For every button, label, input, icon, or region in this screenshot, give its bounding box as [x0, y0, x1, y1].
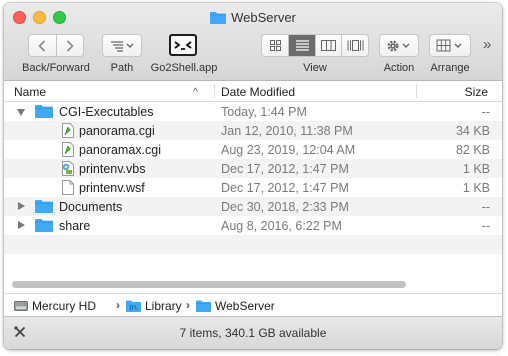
file-size: 1 KB: [462, 181, 490, 195]
table-row[interactable]: panoramax.cgi Aug 23, 2019, 12:04 AM 82 …: [4, 140, 502, 159]
file-size: 82 KB: [455, 143, 490, 157]
table-row[interactable]: share Aug 8, 2016, 6:22 PM --: [4, 216, 502, 235]
horizontal-scrollbar[interactable]: [12, 281, 406, 288]
chevron-right-icon: [66, 39, 74, 52]
file-list: CGI-Executables Today, 1:44 PM -- panora…: [4, 102, 502, 272]
file-name: CGI-Executables: [59, 105, 154, 119]
path-item-label: Mercury HD: [32, 299, 97, 313]
disclosure-open-icon[interactable]: [17, 109, 25, 116]
file-size: 1 KB: [462, 162, 490, 176]
empty-row: [4, 254, 502, 273]
folder-icon: [35, 200, 53, 213]
file-name: share: [59, 219, 91, 233]
hard-drive-icon: [14, 301, 28, 311]
file-size: 34 KB: [455, 124, 490, 138]
action-label: Action: [383, 62, 415, 74]
view-label: View: [303, 62, 327, 74]
file-name: Documents: [59, 200, 123, 214]
chevron-right-icon: ›: [116, 298, 120, 312]
view-icon-button[interactable]: [262, 35, 288, 56]
list-view-icon: [295, 40, 309, 51]
table-row[interactable]: Documents Dec 30, 2018, 2:33 PM --: [4, 197, 502, 216]
empty-row: [4, 235, 502, 254]
chevron-left-icon: [38, 39, 46, 52]
path-item-label: Library: [145, 299, 182, 313]
go2shell-label: Go2Shell.app: [150, 62, 218, 74]
sort-ascending-icon[interactable]: ^: [193, 87, 198, 98]
toolbar: WebServer Back/Forward Path Go2Shell.app…: [4, 3, 502, 81]
status-text: 7 items, 340.1 GB available: [179, 326, 327, 340]
script-file-icon: [62, 161, 74, 176]
column-size-header[interactable]: Size: [465, 85, 488, 99]
column-name-header[interactable]: Name: [14, 85, 46, 99]
forward-button[interactable]: [55, 35, 83, 56]
column-date-header[interactable]: Date Modified: [221, 85, 295, 99]
file-size: --: [481, 200, 490, 214]
view-control: [261, 34, 369, 57]
terminal-icon: [169, 34, 197, 56]
path-list-icon: [111, 40, 134, 52]
arrange-button[interactable]: [429, 34, 471, 57]
file-name: panoramax.cgi: [79, 143, 161, 157]
arrange-label: Arrange: [430, 62, 470, 74]
back-forward-control: [28, 34, 84, 57]
view-column-button[interactable]: [314, 35, 342, 56]
file-size: --: [481, 219, 490, 233]
date-modified: Dec 17, 2012, 1:47 PM: [221, 162, 349, 176]
chevron-right-icon: ›: [186, 298, 190, 312]
back-forward-label: Back/Forward: [22, 62, 90, 74]
toolbar-overflow-button[interactable]: »: [483, 36, 491, 53]
date-modified: Today, 1:44 PM: [221, 105, 307, 119]
file-size: --: [481, 105, 490, 119]
path-button[interactable]: [102, 34, 142, 57]
file-name: printenv.wsf: [79, 181, 145, 195]
back-button[interactable]: [29, 35, 56, 56]
column-header: Name ^ Date Modified Size: [4, 81, 502, 102]
path-item-webserver[interactable]: WebServer: [196, 299, 275, 313]
view-gallery-button[interactable]: [341, 35, 368, 56]
path-item-library[interactable]: Library: [126, 299, 182, 313]
view-list-button[interactable]: [288, 35, 315, 56]
path-item-label: WebServer: [215, 299, 275, 313]
disclosure-closed-icon[interactable]: [18, 202, 25, 210]
folder-icon: [35, 105, 53, 118]
path-label: Path: [110, 62, 134, 74]
column-view-icon: [321, 40, 337, 51]
date-modified: Dec 17, 2012, 1:47 PM: [221, 181, 349, 195]
gear-icon: [387, 40, 410, 51]
date-modified: Jan 12, 2010, 11:38 PM: [221, 124, 353, 138]
table-row[interactable]: CGI-Executables Today, 1:44 PM --: [4, 102, 502, 121]
date-modified: Aug 8, 2016, 6:22 PM: [221, 219, 342, 233]
path-item-mercury-hd[interactable]: Mercury HD: [14, 299, 96, 313]
cgi-file-icon: [62, 123, 74, 138]
table-row[interactable]: printenv.vbs Dec 17, 2012, 1:47 PM 1 KB: [4, 159, 502, 178]
date-modified: Dec 30, 2018, 2:33 PM: [221, 200, 349, 214]
column-divider[interactable]: [416, 84, 417, 98]
library-folder-icon: [126, 300, 141, 312]
action-button[interactable]: [379, 34, 419, 57]
go2shell-button[interactable]: [168, 33, 198, 57]
window-title-text: WebServer: [231, 10, 296, 25]
folder-icon: [210, 12, 227, 24]
window-title: WebServer: [4, 10, 502, 25]
column-divider[interactable]: [214, 84, 215, 98]
document-file-icon: [62, 180, 74, 195]
folder-icon: [35, 219, 53, 232]
gallery-view-icon: [347, 40, 364, 51]
finder-window: WebServer Back/Forward Path Go2Shell.app…: [4, 3, 502, 349]
disclosure-closed-icon[interactable]: [18, 221, 25, 229]
date-modified: Aug 23, 2019, 12:04 AM: [221, 143, 356, 157]
cgi-file-icon: [62, 142, 74, 157]
status-bar: 7 items, 340.1 GB available: [4, 316, 502, 349]
table-row[interactable]: printenv.wsf Dec 17, 2012, 1:47 PM 1 KB: [4, 178, 502, 197]
folder-icon: [196, 300, 211, 312]
path-bar: Mercury HD › Library › WebServer: [4, 293, 502, 316]
table-row[interactable]: panorama.cgi Jan 12, 2010, 11:38 PM 34 K…: [4, 121, 502, 140]
file-name: panorama.cgi: [79, 124, 155, 138]
icon-view-icon: [269, 40, 281, 51]
arrange-grid-icon: [436, 39, 462, 52]
file-name: printenv.vbs: [79, 162, 146, 176]
